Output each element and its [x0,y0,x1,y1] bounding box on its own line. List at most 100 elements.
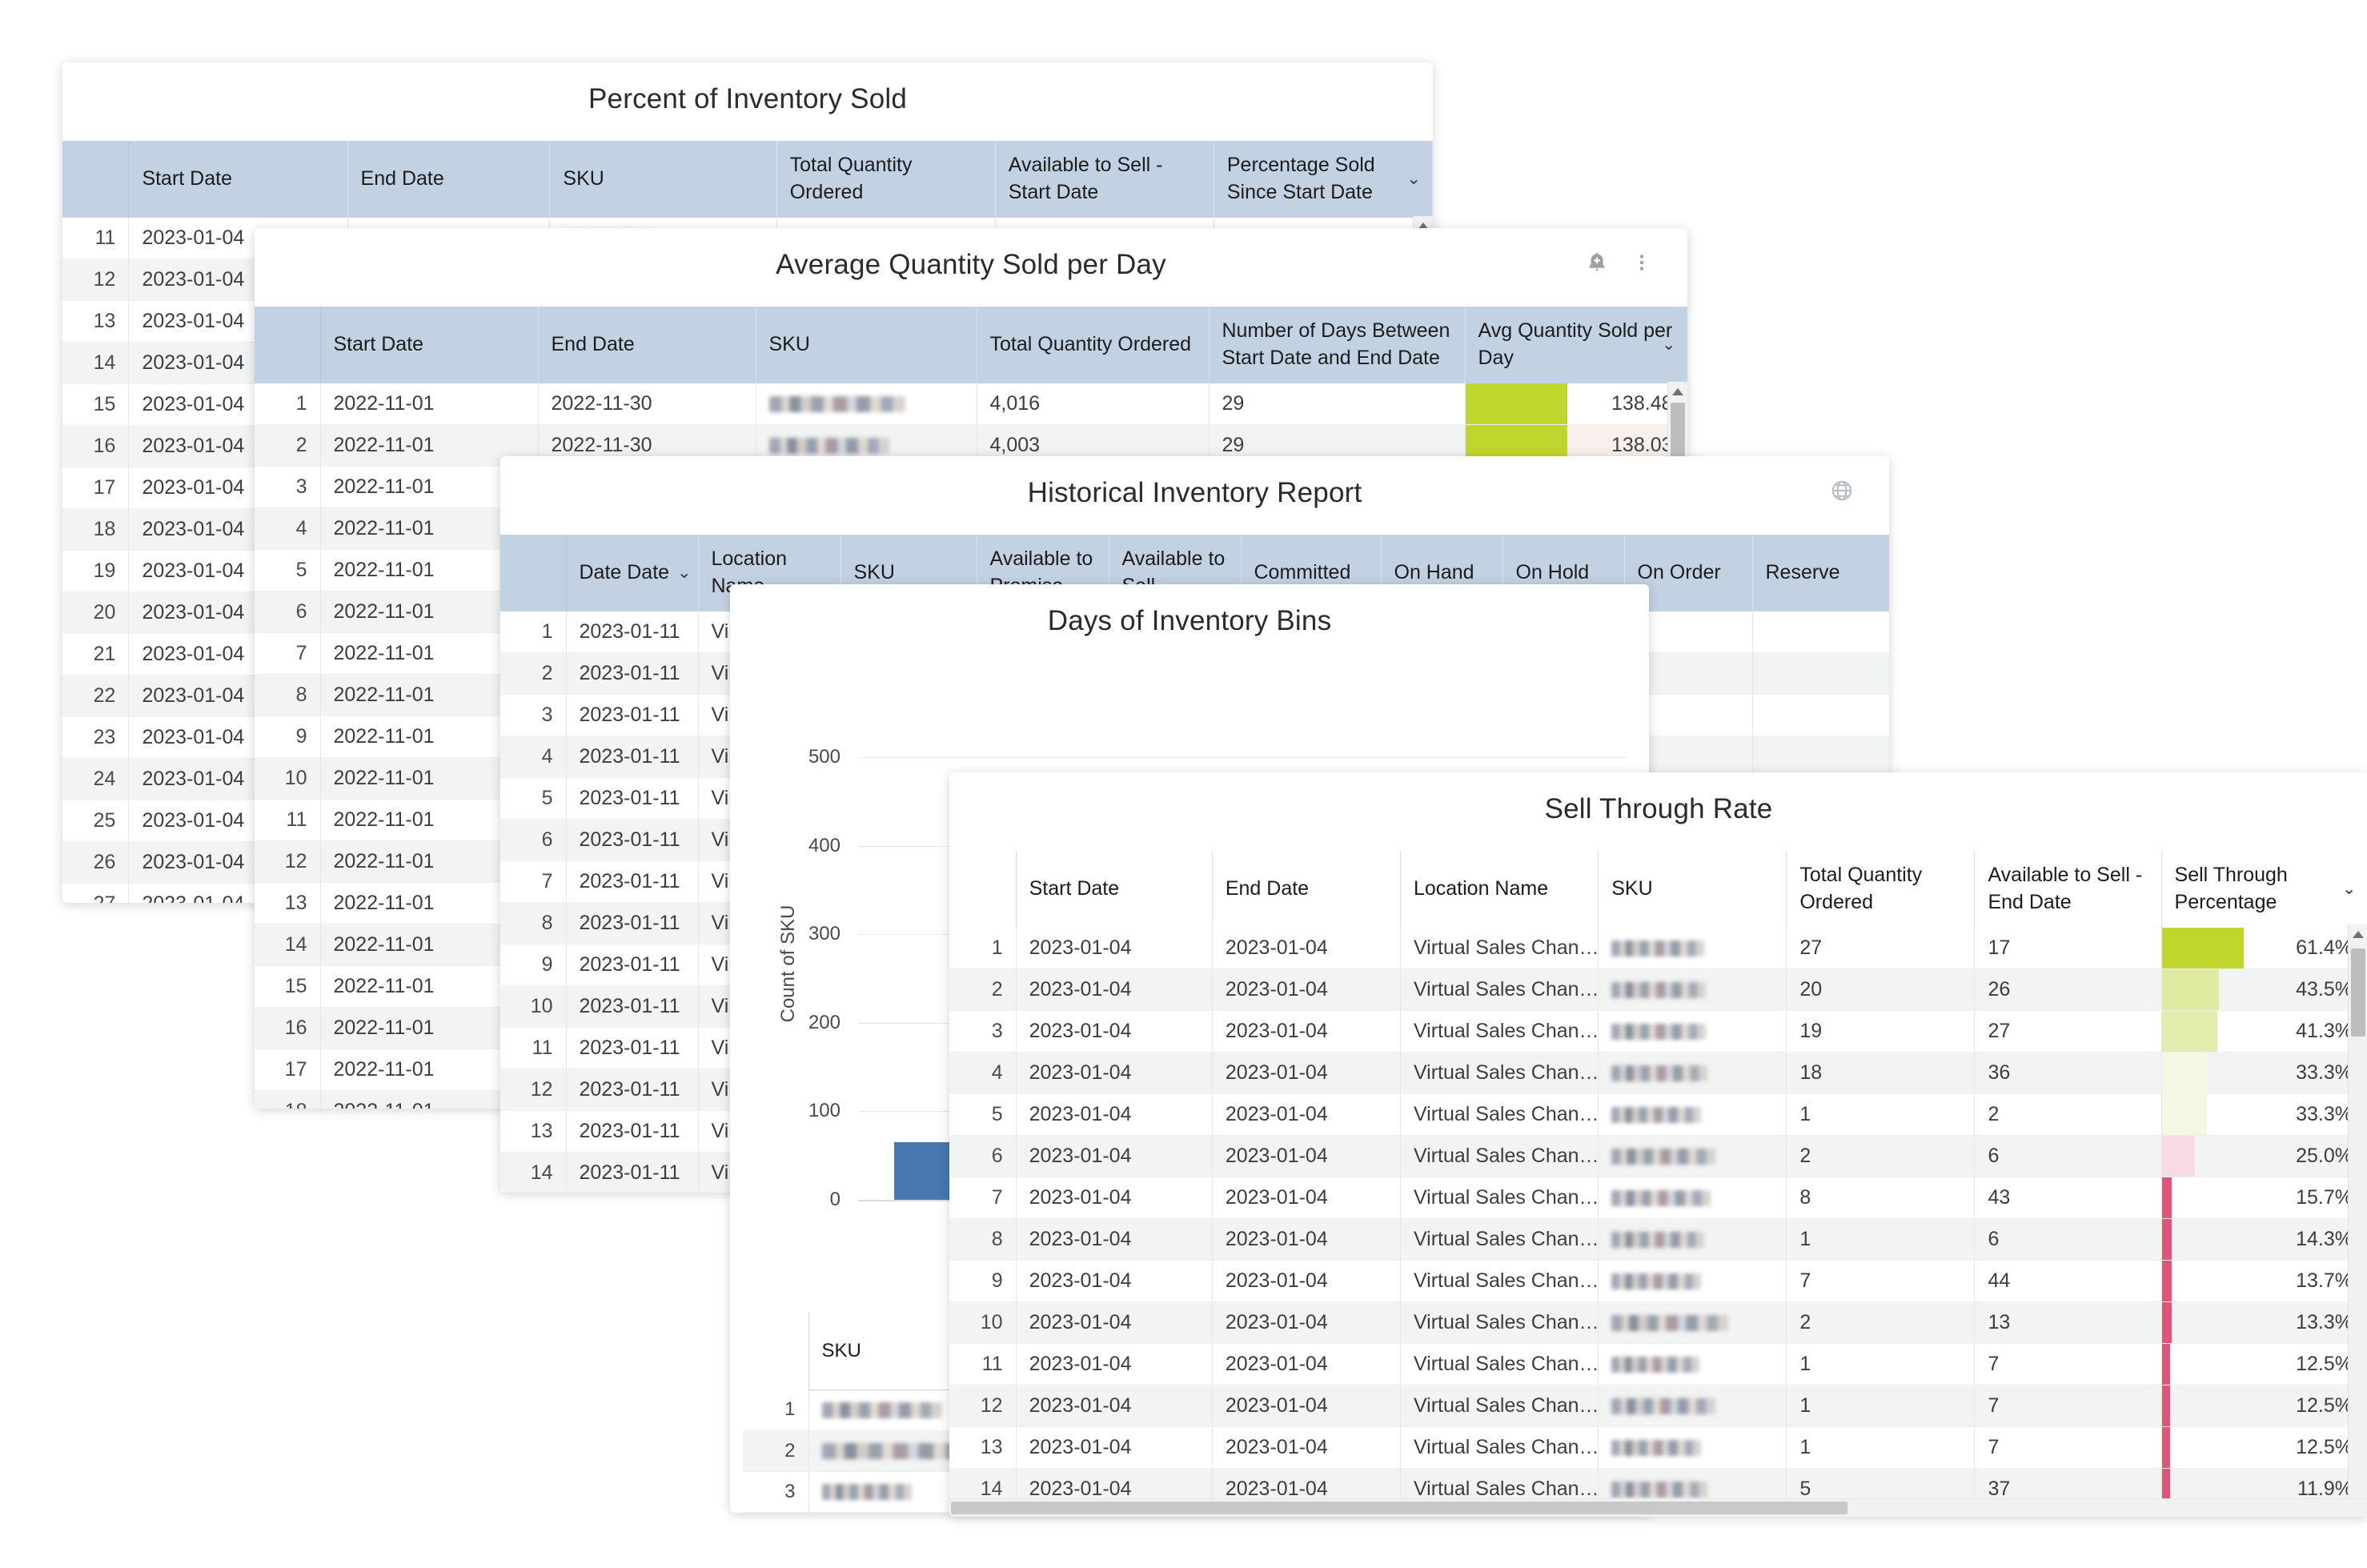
table-row[interactable]: 92023-01-042023-01-04Virtual Sales Chan…… [949,1260,2367,1301]
scrollbar-thumb[interactable] [951,1502,1847,1514]
column-header-total-quantity-ordered[interactable]: Total Quantity Ordered [1787,851,1975,928]
row-index: 2 [500,652,566,694]
alert-bell-icon[interactable] [1583,249,1611,276]
scroll-up-arrow-icon[interactable] [1672,388,1683,395]
globe-icon[interactable] [1828,477,1855,504]
row-index: 4 [255,507,320,549]
column-header-location-name[interactable]: Location Name [1400,851,1598,928]
row-index: 10 [255,757,320,799]
column-header-number-of-days[interactable]: Number of Days Between Start Date and En… [1209,307,1465,383]
horizontal-scrollbar[interactable] [949,1498,2367,1517]
table-row[interactable]: 62023-01-042023-01-04Virtual Sales Chan…… [949,1135,2367,1177]
column-header-total-quantity-ordered[interactable]: Total Quantity Ordered [977,307,1209,383]
sku-redacted [822,1402,942,1418]
column-header-end-date[interactable]: End Date [538,307,756,383]
table-row[interactable]: 102023-01-042023-01-04Virtual Sales Chan… [949,1301,2367,1343]
cell-total-quantity-ordered: 8 [1787,1177,1975,1218]
value-bar: 33.3% [2162,1053,2367,1093]
cell-available-to-sell: 27 [1975,1010,2161,1052]
column-header-reserve[interactable]: Reserve [1752,535,1889,612]
column-header-sku[interactable]: SKU [550,141,776,218]
cell-date: 2023-01-11 [566,736,698,777]
sku-redacted [1611,1107,1701,1123]
value-bar: 12.5% [2162,1344,2367,1385]
cell-start-date: 2023-01-04 [1016,1218,1212,1260]
table-row[interactable]: 72023-01-042023-01-04Virtual Sales Chan…… [949,1177,2367,1218]
table-header-row: Start Date End Date SKU Total Quantity O… [255,307,1687,383]
row-index: 12 [62,259,129,300]
panel-title: Average Quantity Sold per Day [255,228,1687,299]
table-row[interactable]: 32023-01-042023-01-04Virtual Sales Chan…… [949,1010,2367,1052]
chevron-down-icon[interactable]: ⌄ [1662,334,1676,356]
column-header-label: Percentage Sold Since Start Date [1227,154,1375,203]
row-index: 2 [949,968,1016,1010]
column-header-start-date[interactable]: Start Date [129,141,347,218]
chevron-down-icon[interactable]: ⌄ [677,562,692,584]
column-header-sku[interactable]: SKU [756,307,977,383]
row-index: 1 [255,383,320,425]
row-index: 7 [255,632,320,674]
cell-end-date: 2023-01-04 [1212,1343,1400,1385]
cell-available-to-sell: 7 [1975,1426,2161,1468]
table-row[interactable]: 112023-01-042023-01-04Virtual Sales Chan… [949,1343,2367,1385]
cell-total-quantity-ordered: 18 [1787,1052,1975,1093]
column-header-percentage-sold-since-start-date[interactable]: Percentage Sold Since Start Date ⌄ [1214,141,1432,218]
sku-redacted [1611,1315,1728,1331]
column-header-end-date[interactable]: End Date [1212,851,1400,928]
scrollbar-thumb[interactable] [1671,403,1685,459]
cell-end-date: 2023-01-04 [1212,968,1400,1010]
row-index: 12 [500,1069,566,1110]
row-index-header [949,851,1016,928]
cell-end-date: 2023-01-04 [1212,1093,1400,1135]
column-header-available-to-sell-start-date[interactable]: Available to Sell - Start Date [995,141,1214,218]
scroll-up-arrow-icon[interactable] [2353,931,2364,938]
table-row[interactable]: 82023-01-042023-01-04Virtual Sales Chan…… [949,1218,2367,1260]
column-header-sell-through-percentage[interactable]: Sell Through Percentage ⌄ [2161,851,2367,928]
chevron-down-icon[interactable]: ⌄ [2342,878,2357,900]
cell-date: 2023-01-11 [566,1069,698,1110]
table-row[interactable]: 12023-01-042023-01-04Virtual Sales Chan…… [949,928,2367,969]
column-header-start-date[interactable]: Start Date [320,307,538,383]
row-index: 14 [255,924,320,965]
cell-date: 2023-01-11 [566,777,698,819]
column-header-sku[interactable]: SKU [1599,851,1787,928]
scrollbar-thumb[interactable] [2351,948,2365,1037]
column-header-end-date[interactable]: End Date [347,141,550,218]
column-header-available-to-sell-end-date[interactable]: Available to Sell - End Date [1975,851,2161,928]
panel-toolbar[interactable] [1828,477,1855,504]
table-row[interactable]: 22023-01-042023-01-04Virtual Sales Chan…… [949,968,2367,1010]
cell-start-date: 2023-01-04 [1016,968,1212,1010]
row-index: 13 [255,882,320,924]
row-index: 11 [62,218,129,259]
value-bar: 138.48 [1466,383,1687,424]
panel-toolbar[interactable] [1583,249,1655,276]
bar-fill [2162,1219,2172,1260]
table-row[interactable]: 52023-01-042023-01-04Virtual Sales Chan…… [949,1093,2367,1135]
vertical-scrollbar[interactable] [1667,382,1687,468]
column-header-avg-quantity-sold-per-day[interactable]: Avg Quantity Sold per Day ⌄ [1465,307,1687,383]
chevron-down-icon[interactable]: ⌄ [1406,168,1421,190]
sell-through-rate-table[interactable]: Start Date End Date Location Name SKU To… [949,851,2367,1517]
value-bar: 13.7% [2162,1261,2367,1301]
table-row[interactable]: 1 2022-11-01 2022-11-30 4,016 29 138.48 [255,383,1687,425]
cell-sku [1599,1218,1787,1260]
panel-sell-through-rate[interactable]: Sell Through Rate Start Date End Date Lo… [949,772,2367,1517]
y-tick-label-500: 500 [768,746,840,768]
row-index: 12 [255,840,320,882]
column-header-total-quantity-ordered[interactable]: Total Quantity Ordered [776,141,995,218]
table-row[interactable]: 42023-01-042023-01-04Virtual Sales Chan…… [949,1052,2367,1093]
cell-total-quantity-ordered: 7 [1787,1260,1975,1301]
cell-available-to-sell: 43 [1975,1177,2161,1218]
table-row[interactable]: 132023-01-042023-01-04Virtual Sales Chan… [949,1426,2367,1468]
more-options-icon[interactable] [1628,249,1655,276]
column-header-start-date[interactable]: Start Date [1016,851,1212,928]
table-row[interactable]: 122023-01-042023-01-04Virtual Sales Chan… [949,1385,2367,1426]
column-header-date-date[interactable]: Date Date ⌄ [566,535,698,612]
panel-title: Days of Inventory Bins [730,584,1649,655]
row-index: 17 [62,467,129,508]
cell-end-date: 2023-01-04 [1212,1385,1400,1426]
column-header-label: Sell Through Percentage [2175,864,2288,913]
cell-location-name: Virtual Sales Chan… [1400,1426,1598,1468]
vertical-scrollbar[interactable] [2348,924,2367,1517]
row-index: 15 [255,965,320,1007]
